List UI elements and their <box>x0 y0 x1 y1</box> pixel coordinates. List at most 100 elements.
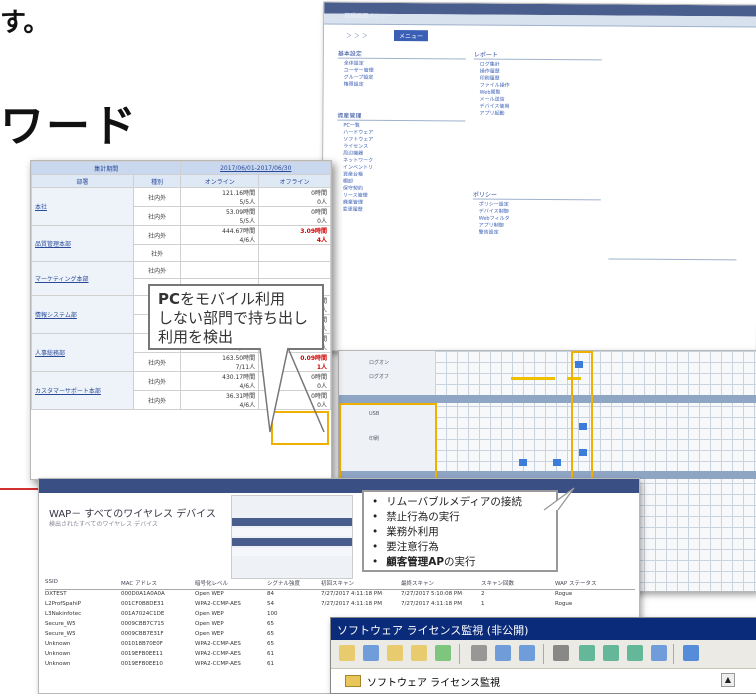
event-marker <box>519 459 527 466</box>
clock-icon[interactable] <box>683 645 699 661</box>
filter-icon[interactable] <box>627 645 643 661</box>
wifi-cell: 7/27/2017 4:11:18 PM <box>321 591 382 597</box>
type-cell: 社内外 <box>132 225 182 245</box>
dept-cell[interactable]: 品質管理本部 <box>31 225 134 262</box>
online-cell: 444.67時間 4/6人 <box>180 225 260 245</box>
wifi-cell: Rogue <box>555 601 573 607</box>
timeline-row-label: ログオフ <box>369 374 390 380</box>
admin-menu-link[interactable]: 変更履歴 <box>337 207 465 215</box>
folder-icon <box>345 675 361 687</box>
wifi-cell: 0019EFB0EE11 <box>121 651 163 657</box>
toolbar-separator <box>543 644 544 664</box>
wifi-cell: Rogue <box>555 591 573 597</box>
wifi-cell: Open WEP <box>195 631 224 637</box>
col-header-type: 種別 <box>132 174 182 188</box>
wifi-cell: 1 <box>481 601 485 607</box>
wifi-cell: 84 <box>267 591 274 597</box>
wifi-column-header[interactable]: シグナル強度 <box>267 579 300 587</box>
type-cell: 社内外 <box>132 261 182 279</box>
monitor-icon[interactable] <box>651 645 667 661</box>
online-cell: 121.16時間 5/5人 <box>180 187 260 207</box>
license-monitor-window: ソフトウェア ライセンス監視 (非公開) ソフトウェア ライセンス監視 ▲ <box>330 617 756 694</box>
activity-bar <box>511 377 555 380</box>
wifi-cell: Unknown <box>45 651 71 657</box>
wifi-cell: Unknown <box>45 641 71 647</box>
admin-section-title: 資産管理 <box>337 110 466 122</box>
violation-item-text: の実行 <box>444 556 476 568</box>
online-users: 5/5人 <box>239 218 256 225</box>
offline-hours: 3.09時間 <box>300 228 327 235</box>
wifi-column-header[interactable]: スキャン回数 <box>481 579 514 587</box>
open-folder-icon[interactable] <box>387 645 403 661</box>
wifi-cell: 7/27/2017 4:11:18 PM <box>321 601 382 607</box>
dept-cell[interactable]: カスタマーサポート本部 <box>31 371 134 410</box>
wifi-cell: WPA2-CCMP-AES <box>195 651 241 657</box>
print-icon[interactable] <box>553 645 569 661</box>
dept-cell[interactable]: 情報システム部 <box>31 295 134 334</box>
violation-item-text: 業務外利用 <box>386 526 439 538</box>
offline-hours: 0時間 <box>311 190 327 197</box>
admin-section: 資産管理 PC一覧 ハードウェア ソフトウェア ライセンス 周辺機器 ネットワーク インベント… <box>337 110 466 215</box>
report-period-header: 集計期間 <box>31 161 182 175</box>
user-add-icon[interactable] <box>603 645 619 661</box>
online-cell: 53.09時間 5/5人 <box>180 206 260 226</box>
delete-icon[interactable] <box>471 645 487 661</box>
dept-cell[interactable]: 人事総務部 <box>31 333 134 372</box>
wifi-column-header[interactable]: WAP ステータス <box>555 579 596 587</box>
license-toolbar <box>331 640 756 669</box>
wifi-subtitle: 検出されたすべてのワイヤレス デバイス <box>49 521 158 528</box>
users-icon[interactable] <box>579 645 595 661</box>
type-cell: 社内外 <box>132 206 182 226</box>
callout2-pointer <box>543 487 575 511</box>
wifi-title: WAP－ すべてのワイヤレス デバイス <box>49 509 216 520</box>
timeline-row-label: ログオン <box>369 360 390 366</box>
table-row: マーケティング本部 社内外 <box>31 261 331 296</box>
grid-line <box>435 373 756 374</box>
dept-cell[interactable]: 本社 <box>31 187 134 226</box>
admin-menu-link[interactable]: 権限設定 <box>338 82 466 90</box>
wifi-cell: 100 <box>267 611 278 617</box>
wifi-cell: 001CF0B8DE31 <box>121 601 164 607</box>
bullet-icon: • <box>372 496 379 508</box>
bullet-icon: • <box>372 541 379 553</box>
callout1-pointer <box>259 347 325 433</box>
folder-up-icon[interactable] <box>339 645 355 661</box>
wifi-column-header[interactable]: 最終スキャン <box>401 579 434 587</box>
admin-menu-link[interactable]: アプリ起動 <box>473 111 601 119</box>
violation-item-bold: 顧客管理AP <box>386 556 445 568</box>
wifi-column-header[interactable]: 暗号化レベル <box>195 579 228 587</box>
grid-line <box>435 450 756 451</box>
violation-item-text: 禁止行為の実行 <box>386 511 460 523</box>
wifi-cell: 0009CBB7C715 <box>121 621 165 627</box>
report-date-range[interactable]: 2017/06/01-2017/06/30 <box>180 161 331 175</box>
scroll-up-button[interactable]: ▲ <box>721 673 735 687</box>
wifi-cell: WPA2-CCMP-AES <box>195 601 241 607</box>
wifi-column-header[interactable]: MAC アドレス <box>121 579 157 587</box>
online-hours: 444.67時間 <box>222 228 256 235</box>
wifi-column-header[interactable]: SSID <box>45 579 58 585</box>
properties-icon[interactable] <box>363 645 379 661</box>
offline-users: 0人 <box>317 218 327 225</box>
admin-section <box>608 246 737 261</box>
admin-section-title: レポート <box>473 49 602 61</box>
event-marker <box>553 459 561 466</box>
table-row: 本社 社内外 121.16時間 5/5人 0時間 0人 <box>31 187 331 226</box>
export-icon[interactable] <box>495 645 511 661</box>
wifi-column-header[interactable]: 初回スキャン <box>321 579 354 587</box>
admin-menu-link[interactable]: 警告設定 <box>473 230 601 238</box>
wifi-header-row: SSID MAC アドレス 暗号化レベル シグナル強度 初回スキャン 最終スキャン スキャン… <box>45 577 635 590</box>
report-icon[interactable] <box>519 645 535 661</box>
wifi-cell: DXTEST <box>45 591 67 597</box>
save-icon[interactable] <box>411 645 427 661</box>
timeline-group-bar <box>339 395 756 403</box>
refresh-folder-icon[interactable] <box>435 645 451 661</box>
wifi-cell: L2ProfSpahiP <box>45 601 81 607</box>
table-row: 品質管理本部 社内外 444.67時間 4/6人 3.09時間 4人 <box>31 225 331 262</box>
online-cell <box>180 244 260 262</box>
type-cell: 社内外 <box>132 352 182 372</box>
wifi-cell: WPA2-CCMP-AES <box>195 661 241 667</box>
license-tree-item[interactable]: ソフトウェア ライセンス監視 <box>367 674 500 689</box>
admin-tab-active[interactable]: メニュー <box>393 29 429 42</box>
wifi-cell: 65 <box>267 641 274 647</box>
dept-cell[interactable]: マーケティング本部 <box>31 261 134 296</box>
